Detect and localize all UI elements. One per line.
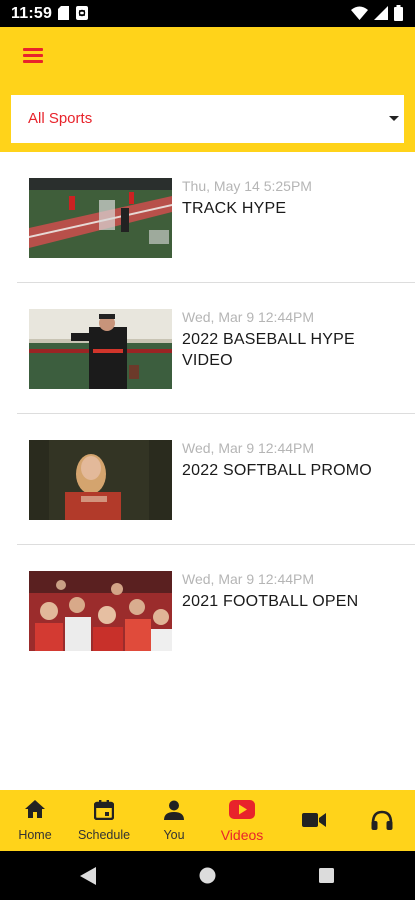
video-list: Thu, May 14 5:25PM TRACK HYPE Wed, Mar 9… (0, 152, 415, 676)
calendar-icon (93, 800, 115, 825)
nav-home[interactable]: Home (14, 790, 56, 851)
video-title: 2022 BASEBALL HYPE VIDEO (182, 331, 355, 369)
video-list-item[interactable]: Wed, Mar 9 12:44PM 2022 SOFTBALL PROMO (0, 414, 415, 545)
play-video-icon (229, 800, 255, 824)
system-nav-bar (0, 851, 415, 900)
status-bar: 11:59 (0, 0, 415, 27)
sport-filter-dropdown[interactable]: All Sports (11, 95, 404, 143)
recents-icon[interactable] (319, 868, 334, 888)
sport-filter-value: All Sports (28, 110, 93, 127)
nav-live-video[interactable] (296, 790, 332, 851)
app-bar (0, 27, 415, 84)
video-date: Wed, Mar 9 12:44PM (182, 440, 315, 456)
video-list-item[interactable]: Wed, Mar 9 12:44PM 2022 BASEBALL HYPE VI… (0, 283, 415, 414)
dropdown-caret-icon (389, 116, 399, 121)
video-title: TRACK HYPE (182, 200, 287, 217)
signal-icon (374, 6, 388, 25)
bottom-nav: Home Schedule You Videos (0, 790, 415, 851)
video-list-item[interactable]: Wed, Mar 9 12:44PM 2021 FOOTBALL OPEN (0, 545, 415, 676)
home-icon (25, 800, 45, 823)
nav-videos[interactable]: Videos (216, 790, 268, 851)
headphones-icon (371, 810, 393, 835)
nav-label: Videos (220, 827, 264, 843)
nav-schedule[interactable]: Schedule (74, 790, 134, 851)
video-date: Wed, Mar 9 12:44PM (182, 309, 315, 325)
hamburger-menu-icon[interactable] (23, 46, 45, 64)
nav-you[interactable]: You (156, 790, 192, 851)
sd-card-icon (58, 6, 69, 25)
filter-bar: All Sports (0, 84, 415, 152)
video-thumbnail-football (29, 571, 172, 651)
video-title: 2022 SOFTBALL PROMO (182, 462, 372, 479)
video-date: Thu, May 14 5:25PM (182, 178, 312, 194)
status-time: 11:59 (11, 5, 53, 22)
back-icon[interactable] (80, 867, 96, 890)
sync-icon (76, 6, 88, 25)
video-date: Wed, Mar 9 12:44PM (182, 571, 315, 587)
nav-audio[interactable] (364, 790, 400, 851)
battery-icon (394, 5, 403, 26)
video-camera-icon (302, 812, 326, 833)
person-icon (164, 800, 184, 825)
video-title: 2021 FOOTBALL OPEN (182, 593, 359, 610)
home-circle-icon[interactable] (199, 867, 216, 889)
nav-label: Home (18, 828, 52, 842)
video-thumbnail-baseball (29, 309, 172, 389)
nav-label: Schedule (77, 828, 131, 842)
nav-label: You (163, 828, 185, 842)
video-thumbnail-softball (29, 440, 172, 520)
wifi-icon (351, 6, 368, 25)
video-thumbnail-track (29, 178, 172, 258)
video-list-item[interactable]: Thu, May 14 5:25PM TRACK HYPE (0, 152, 415, 283)
